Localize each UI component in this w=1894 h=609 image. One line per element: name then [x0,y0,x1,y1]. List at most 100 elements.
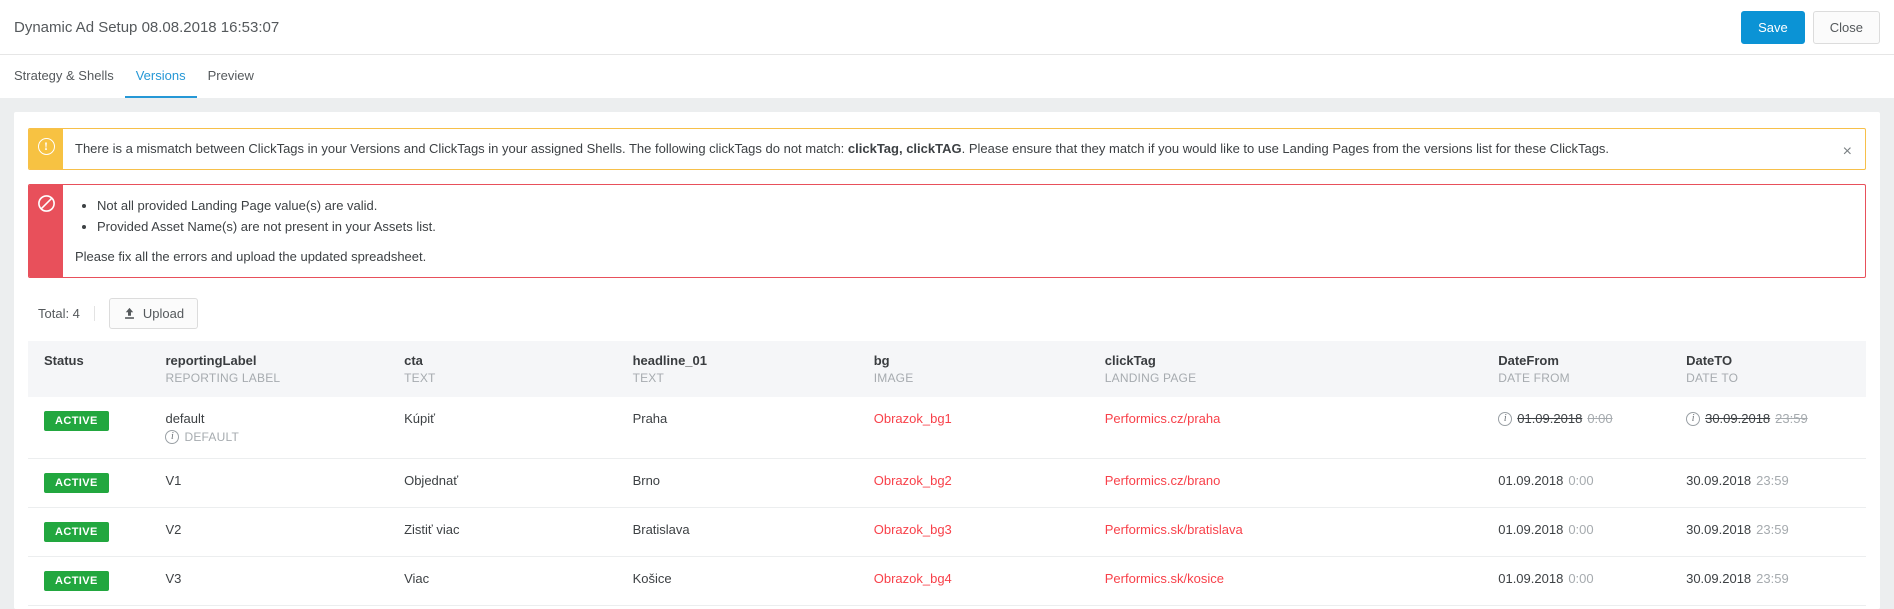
cell-datefrom: i 01.09.2018 0:00 [1490,397,1679,459]
cell-status: ACTIVE [28,507,158,557]
cell-datefrom: 01.09.2018 0:00 [1490,458,1679,508]
cell-bg: Obrazok_bg1 [865,397,1097,459]
cell-datefrom: 01.09.2018 0:00 [1490,556,1679,606]
table-row[interactable]: ACTIVE V2 Zistiť viac Bratislava Obrazok_bg3… [28,507,1866,557]
column-header-cta[interactable]: cta TEXT [396,341,625,397]
column-header-name: Status [44,353,84,368]
column-header-headline-01[interactable]: headline_01 TEXT [624,341,866,397]
cell-headline-01: Bratislava [624,507,866,557]
asset-name-link[interactable]: Obrazok_bg2 [874,473,952,488]
date-to-value: 30.09.2018 23:59 [1686,473,1858,488]
cell-clicktag: Performics.sk/bratislava [1096,507,1491,557]
landing-page-link[interactable]: Performics.sk/kosice [1105,571,1224,586]
column-header-status[interactable]: Status [28,341,158,397]
column-header-sub: IMAGE [873,371,914,385]
cell-reportinglabel: V2 [157,507,397,557]
cell-cta: Zistiť viac [396,507,625,557]
info-icon[interactable]: i [1686,411,1701,426]
cell-datefrom: 01.09.2018 0:00 [1490,507,1679,557]
date-from-date: 01.09.2018 [1498,571,1564,586]
alert-icon-wrap: ! [29,129,63,169]
date-to-value: 30.09.2018 23:59 [1686,522,1858,537]
column-header-reportinglabel[interactable]: reportingLabel REPORTING LABEL [157,341,397,397]
landing-page-link[interactable]: Performics.sk/bratislava [1105,522,1243,537]
cell-bg: Obrazok_bg3 [865,507,1097,557]
info-icon[interactable]: i [165,430,180,444]
asset-name-link[interactable]: Obrazok_bg4 [874,571,952,586]
column-header-sub: LANDING PAGE [1104,371,1197,385]
column-header-clicktag[interactable]: clickTag LANDING PAGE [1096,341,1491,397]
error-icon-wrap [29,184,63,277]
date-from-time: 0:00 [1568,571,1594,586]
clicktag-mismatch-warning: ! There is a mismatch between ClickTags … [28,128,1866,170]
error-list: Not all provided Landing Page value(s) a… [75,196,1853,237]
save-button[interactable]: Save [1741,10,1805,44]
asset-name-link[interactable]: Obrazok_bg3 [874,522,952,537]
tab-preview[interactable]: Preview [197,55,265,98]
cell-cta: Objednať [396,458,625,508]
date-to-time: 23:59 [1756,473,1789,488]
date-from-value: i 01.09.2018 0:00 [1498,411,1670,426]
status-badge: ACTIVE [44,411,109,431]
table-row[interactable]: ACTIVE V1 Objednať Brno Obrazok_bg2 Performic… [28,458,1866,508]
warning-clicktags: clickTag, clickTAG [847,141,962,156]
cell-headline-01: Košice [624,556,866,606]
app-header: Dynamic Ad Setup 08.08.2018 16:53:07 Sav… [0,0,1894,54]
warning-message: There is a mismatch between ClickTags in… [63,129,1843,169]
table-row[interactable]: ACTIVE V3 Viac Košice Obrazok_bg4 Performics.… [28,556,1866,606]
cell-bg: Obrazok_bg2 [865,458,1097,508]
content-area: ! There is a mismatch between ClickTags … [0,98,1894,609]
date-to-date: 30.09.2018 [1686,473,1752,488]
warning-text-before: There is a mismatch between ClickTags in… [75,141,848,156]
default-tag-label: DEFAULT [184,430,239,444]
date-from-date: 01.09.2018 [1517,411,1583,426]
cell-dateto: i 30.09.2018 23:59 [1678,397,1866,459]
cell-dateto: 30.09.2018 23:59 [1678,507,1866,557]
column-header-dateto[interactable]: DateTO DATE TO [1678,341,1866,397]
cell-reportinglabel: V3 [157,556,397,606]
tab-versions[interactable]: Versions [124,55,197,98]
cell-reportinglabel: default i DEFAULT [157,397,397,459]
date-to-time: 23:59 [1756,522,1789,537]
date-to-date: 30.09.2018 [1705,411,1771,426]
error-footer-text: Please fix all the errors and upload the… [75,248,427,264]
column-header-name: DateTO [1686,353,1733,368]
tab-strategy-and-shells[interactable]: Strategy & Shells [14,55,125,98]
landing-page-link[interactable]: Performics.cz/brano [1105,473,1221,488]
table-toolbar: Total: 4 Upload [28,292,1866,341]
info-icon[interactable]: i [1498,411,1513,426]
warning-text-after: . Please ensure that they match if you w… [961,141,1610,156]
date-to-time: 23:59 [1775,411,1808,426]
cell-clicktag: Performics.sk/kosice [1096,556,1491,606]
date-from-time: 0:00 [1587,411,1613,426]
cell-status: ACTIVE [28,556,158,606]
cell-status: ACTIVE [28,458,158,508]
column-header-sub: TEXT [404,371,436,385]
table-header-row: Status reportingLabel REPORTING LABEL ct… [28,341,1866,397]
error-message: Not all provided Landing Page value(s) a… [63,185,1865,278]
cell-bg: Obrazok_bg4 [865,556,1097,606]
column-header-datefrom[interactable]: DateFrom DATE FROM [1490,341,1679,397]
column-header-bg[interactable]: bg IMAGE [865,341,1097,397]
close-button[interactable]: Close [1812,10,1880,44]
default-tag: i DEFAULT [165,430,388,444]
date-to-value: 30.09.2018 23:59 [1686,571,1858,586]
cell-dateto: 30.09.2018 23:59 [1678,556,1866,606]
landing-page-link[interactable]: Performics.cz/praha [1105,411,1221,426]
upload-button-label: Upload [142,306,185,321]
table-body: ACTIVE default i DEFAULT Kúpiť Praha Obrazok_b… [28,397,1866,606]
table-row[interactable]: ACTIVE default i DEFAULT Kúpiť Praha Obrazok_b… [28,397,1866,459]
cell-dateto: 30.09.2018 23:59 [1678,458,1866,508]
date-from-value: 01.09.2018 0:00 [1498,571,1670,586]
asset-name-link[interactable]: Obrazok_bg1 [874,411,952,426]
column-header-sub: REPORTING LABEL [165,371,281,385]
close-icon[interactable]: × [1843,129,1865,169]
list-item: Not all provided Landing Page value(s) a… [97,196,1853,216]
column-header-name: clickTag [1104,353,1156,368]
upload-button[interactable]: Upload [108,298,199,329]
reporting-label-value: default [165,411,205,426]
total-count-label: Total: 4 [38,306,95,321]
validation-error-alert: Not all provided Landing Page value(s) a… [28,183,1866,278]
reporting-label-value: V2 [165,522,182,537]
reporting-label-value: V1 [165,473,182,488]
